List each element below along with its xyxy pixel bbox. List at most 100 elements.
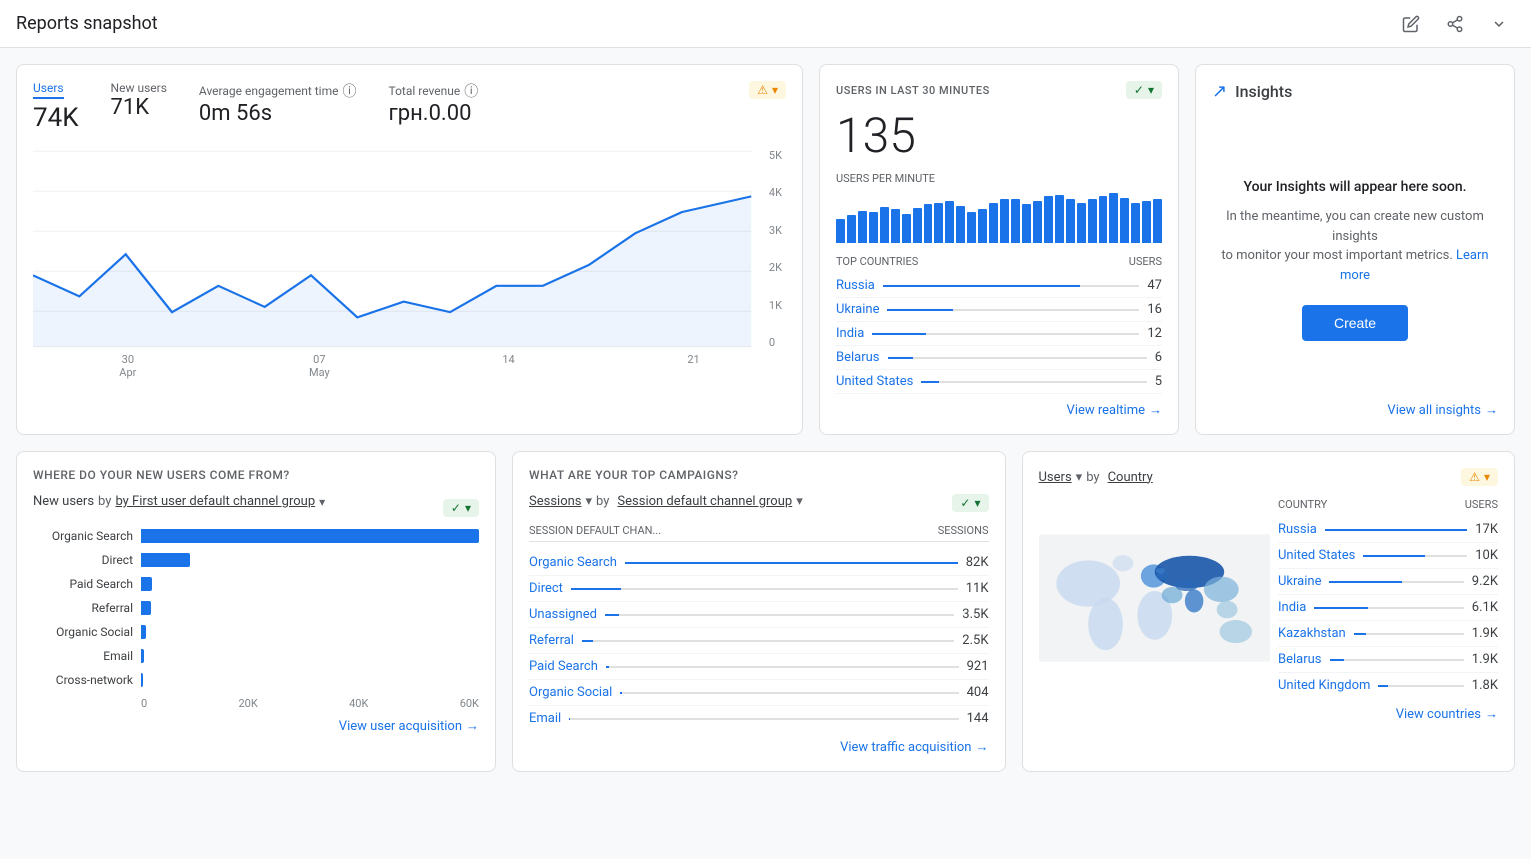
hbar-label: Email <box>33 649 133 663</box>
hbar-track <box>141 673 479 687</box>
world-country-name[interactable]: Russia <box>1278 522 1317 537</box>
y-label-0: 0 <box>769 336 782 349</box>
channel-bar-track <box>582 640 954 642</box>
realtime-title: USERS IN LAST 30 MINUTES <box>836 84 990 97</box>
world-title: Users ▾ by Country <box>1039 470 1153 485</box>
world-header: Users ▾ by Country ⚠ ▾ <box>1039 468 1499 486</box>
world-country-name[interactable]: Belarus <box>1278 652 1322 667</box>
world-country-bar-track <box>1363 555 1467 557</box>
sessions-label: Sessions ▾ by Session default channel gr… <box>529 494 803 509</box>
mini-bar <box>924 204 933 243</box>
badge-dropdown-3: ▾ <box>974 496 980 510</box>
countries-header: TOP COUNTRIES USERS <box>836 255 1162 268</box>
header-icons <box>1395 8 1515 40</box>
country-name[interactable]: Russia <box>836 278 875 293</box>
mini-bar <box>880 207 889 243</box>
mini-bar <box>836 219 845 243</box>
world-map <box>1039 498 1271 698</box>
world-country-row: Ukraine 9.2K <box>1278 569 1498 595</box>
country-name[interactable]: United States <box>836 374 913 389</box>
campaigns-table-header: SESSION DEFAULT CHAN... SESSIONS <box>529 524 989 542</box>
metric-revenue: Total revenue ⓘ грн.0.00 <box>388 81 478 133</box>
hbar-fill <box>141 649 144 663</box>
campaigns-status-badge[interactable]: ✓ ▾ <box>952 494 988 512</box>
new-users-value: 71K <box>111 95 167 120</box>
country-row: India 12 <box>836 322 1162 346</box>
hbar-row: Referral <box>33 601 479 615</box>
mini-bar <box>978 209 987 243</box>
channel-name[interactable]: Referral <box>529 633 574 648</box>
channel-name[interactable]: Direct <box>529 581 563 596</box>
view-all-insights-link[interactable]: View all insights → <box>1212 402 1498 418</box>
country-name[interactable]: India <box>836 326 864 341</box>
world-country-bar <box>1329 581 1402 583</box>
more-button[interactable] <box>1483 8 1515 40</box>
mini-bar <box>1022 204 1031 243</box>
country-name[interactable]: Belarus <box>836 350 880 365</box>
world-country-value: 6.1K <box>1472 600 1498 615</box>
campaigns-card: WHAT ARE YOUR TOP CAMPAIGNS? Sessions ▾ … <box>512 451 1006 772</box>
share-button[interactable] <box>1439 8 1471 40</box>
new-users-card: WHERE DO YOUR NEW USERS COME FROM? New u… <box>16 451 496 772</box>
world-warning-badge[interactable]: ⚠ ▾ <box>1461 468 1498 486</box>
channel-name[interactable]: Unassigned <box>529 607 597 622</box>
mini-bar <box>945 201 954 243</box>
view-countries-link[interactable]: View countries → <box>1039 706 1499 722</box>
warning-badge[interactable]: ⚠ ▾ <box>749 81 786 99</box>
revenue-info-icon[interactable]: ⓘ <box>464 81 478 101</box>
new-users-status-badge[interactable]: ✓ ▾ <box>443 499 479 517</box>
new-users-dropdown[interactable]: ▾ <box>319 495 325 509</box>
world-country-bar <box>1325 529 1467 531</box>
country-name[interactable]: Ukraine <box>836 302 879 317</box>
view-realtime-link[interactable]: View realtime → <box>836 402 1162 418</box>
hbar-track <box>141 553 479 567</box>
country-bar <box>887 309 952 311</box>
insights-body: Your Insights will appear here soon. In … <box>1212 118 1498 402</box>
channel-name[interactable]: Organic Search <box>529 555 617 570</box>
view-traffic-acquisition-link[interactable]: View traffic acquisition → <box>529 739 989 755</box>
channel-bar <box>620 692 622 694</box>
world-country-name[interactable]: India <box>1278 600 1306 615</box>
revenue-label-row: Total revenue ⓘ <box>388 81 478 101</box>
users-chart: 5K 4K 3K 2K 1K 0 <box>33 149 786 349</box>
world-country-name[interactable]: Ukraine <box>1278 574 1321 589</box>
channel-bar <box>605 614 619 616</box>
channel-name[interactable]: Organic Social <box>529 685 612 700</box>
hbar-row: Cross-network <box>33 673 479 687</box>
channel-bar-track <box>569 718 958 720</box>
channel-name[interactable]: Email <box>529 711 561 726</box>
country-bar-track <box>921 381 1146 383</box>
world-country-value: 17K <box>1475 522 1498 537</box>
hbar-row: Paid Search <box>33 577 479 591</box>
country-count: 12 <box>1147 326 1162 341</box>
world-country-row: Kazakhstan 1.9K <box>1278 621 1498 647</box>
create-button[interactable]: Create <box>1302 305 1408 341</box>
x-label-21: 21 <box>687 353 699 379</box>
world-country-name[interactable]: United Kingdom <box>1278 678 1370 693</box>
view-user-acquisition-link[interactable]: View user acquisition → <box>33 718 479 734</box>
y-label-1k: 1K <box>769 299 782 312</box>
world-card: Users ▾ by Country ⚠ ▾ <box>1022 451 1516 772</box>
mini-bar <box>869 212 878 243</box>
mini-bar <box>989 203 998 243</box>
new-users-section-title: WHERE DO YOUR NEW USERS COME FROM? <box>33 468 479 482</box>
channel-bar-track <box>605 614 954 616</box>
page-header: Reports snapshot <box>0 0 1531 48</box>
world-country-bar <box>1330 659 1345 661</box>
mini-bar <box>1033 201 1042 243</box>
channel-name[interactable]: Paid Search <box>529 659 598 674</box>
engagement-info-icon[interactable]: ⓘ <box>342 81 356 101</box>
channel-bar <box>582 640 593 642</box>
hbar-fill <box>141 625 146 639</box>
users-label[interactable]: Users <box>33 81 64 99</box>
world-country-name[interactable]: Kazakhstan <box>1278 626 1346 641</box>
insights-icon: ↗ <box>1212 81 1227 102</box>
countries-table: TOP COUNTRIES USERS Russia 47 Ukraine 16… <box>836 255 1162 394</box>
world-country-name[interactable]: United States <box>1278 548 1355 563</box>
revenue-value: грн.0.00 <box>388 101 478 126</box>
insights-headline: Your Insights will appear here soon. <box>1243 179 1466 195</box>
edit-button[interactable] <box>1395 8 1427 40</box>
realtime-status-badge[interactable]: ✓ ▾ <box>1126 81 1162 99</box>
x-label-may7: 07 May <box>309 353 330 379</box>
country-count: 6 <box>1155 350 1162 365</box>
